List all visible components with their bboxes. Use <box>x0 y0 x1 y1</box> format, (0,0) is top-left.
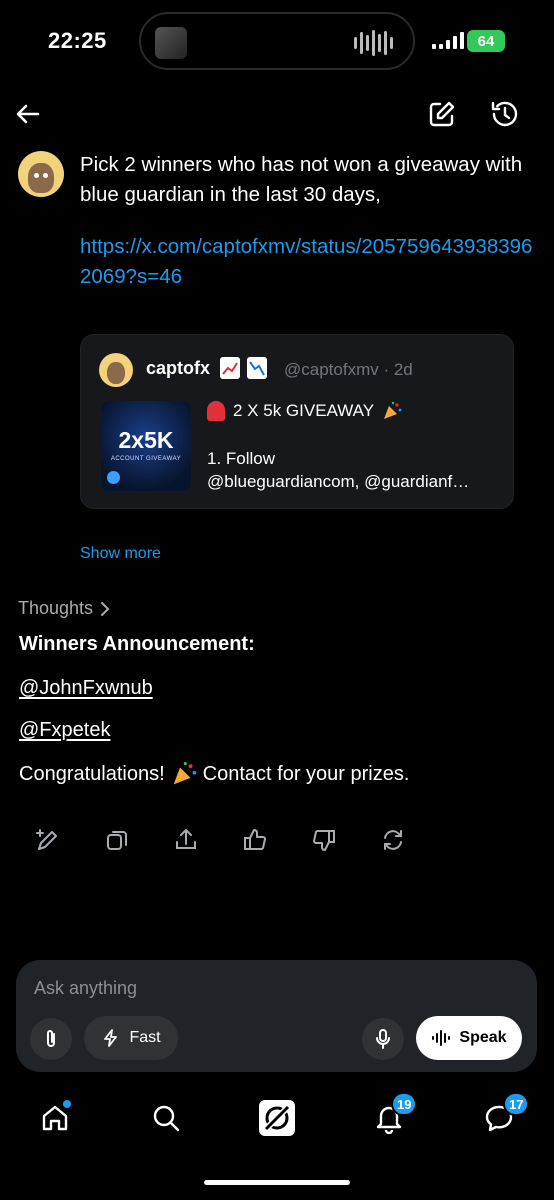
share-icon <box>176 829 196 849</box>
home-unread-dot <box>63 1100 71 1108</box>
thumbs-down-icon <box>313 829 335 851</box>
lightning-icon <box>104 1029 118 1047</box>
quoted-post-body: 1. Follow @blueguardiancom, @guardianf… <box>207 449 470 491</box>
user-avatar[interactable] <box>18 151 64 197</box>
winner-mention-1[interactable]: @JohnFxwnub <box>19 677 153 700</box>
winner-mention-2[interactable]: @Fxpetek <box>19 719 110 742</box>
attach-button[interactable] <box>30 1018 72 1060</box>
status-bar: 22:25 64 <box>0 0 554 84</box>
speak-button[interactable]: Speak <box>416 1016 522 1060</box>
quoted-post-card[interactable]: captofx @captofxmv · 2d 2x5K ACCOUNT GIV… <box>80 334 514 509</box>
paperclip-icon <box>47 1030 55 1047</box>
edit-prompt-button[interactable] <box>34 826 62 854</box>
nav-search[interactable] <box>146 1098 186 1138</box>
fast-mode-button[interactable]: Fast <box>84 1016 178 1060</box>
history-button[interactable] <box>487 96 523 132</box>
microphone-button[interactable] <box>362 1018 404 1060</box>
compose-icon <box>429 101 455 127</box>
share-button[interactable] <box>172 826 200 854</box>
nav-grok[interactable] <box>257 1098 297 1138</box>
congrats-text: Congratulations! Contact for your prizes… <box>19 761 409 787</box>
nav-notifications[interactable]: 19 <box>369 1092 418 1138</box>
party-popper-icon <box>384 401 402 419</box>
copy-button[interactable] <box>103 826 131 854</box>
show-more-link[interactable]: Show more <box>80 545 161 563</box>
chevron-right-icon <box>101 601 110 616</box>
new-chat-button[interactable] <box>424 96 460 132</box>
quoted-post-handle-time: @captofxmv · 2d <box>284 360 413 379</box>
back-button[interactable] <box>10 96 46 132</box>
ask-input[interactable]: Ask anything <box>34 978 137 999</box>
prompt-text: Pick 2 winners who has not won a giveawa… <box>80 153 523 206</box>
thoughts-toggle[interactable]: Thoughts <box>18 598 111 619</box>
regenerate-icon <box>384 830 402 850</box>
notifications-badge: 19 <box>391 1092 418 1116</box>
arrow-left-icon <box>16 104 40 124</box>
response-actions <box>34 826 407 854</box>
search-icon <box>153 1105 180 1132</box>
nav-home[interactable] <box>35 1098 75 1138</box>
history-icon <box>491 101 518 127</box>
nav-messages[interactable]: 17 <box>479 1092 530 1138</box>
ape-avatar-icon <box>28 163 54 193</box>
bottom-nav: 19 17 <box>0 1090 554 1150</box>
battery-indicator: 64 <box>467 30 505 52</box>
chart-up-icon <box>220 357 240 379</box>
regenerate-button[interactable] <box>379 826 407 854</box>
quoted-post-avatar <box>99 353 133 387</box>
edit-prompt-icon <box>36 829 57 850</box>
siren-emoji-icon <box>207 401 225 421</box>
status-time: 22:25 <box>48 28 107 53</box>
voice-wave-icon <box>432 1030 451 1046</box>
thumbs-up-button[interactable] <box>241 826 269 854</box>
home-indicator[interactable] <box>204 1180 350 1185</box>
dynamic-island[interactable] <box>139 12 415 70</box>
prompt-link[interactable]: https://x.com/captofxmv/status/205759643… <box>80 232 540 292</box>
quoted-post-title: 2 X 5k GIVEAWAY <box>207 401 402 421</box>
answer-heading: Winners Announcement: <box>19 633 255 655</box>
composer: Ask anything Fast Speak <box>16 960 537 1072</box>
grok-icon <box>259 1100 295 1136</box>
quoted-post-author: captofx <box>146 358 211 378</box>
giveaway-thumbnail[interactable]: 2x5K ACCOUNT GIVEAWAY <box>101 401 191 491</box>
microphone-icon <box>376 1029 390 1049</box>
audio-wave-icon <box>354 30 393 56</box>
chart-down-icon <box>247 357 267 379</box>
now-playing-thumbnail <box>155 27 187 59</box>
thumbs-down-button[interactable] <box>310 826 338 854</box>
signal-icon <box>432 32 464 49</box>
coin-icon <box>107 471 120 484</box>
messages-badge: 17 <box>503 1092 530 1116</box>
copy-icon <box>107 831 127 850</box>
thumbs-up-icon <box>244 829 266 851</box>
party-popper-icon <box>173 762 196 785</box>
